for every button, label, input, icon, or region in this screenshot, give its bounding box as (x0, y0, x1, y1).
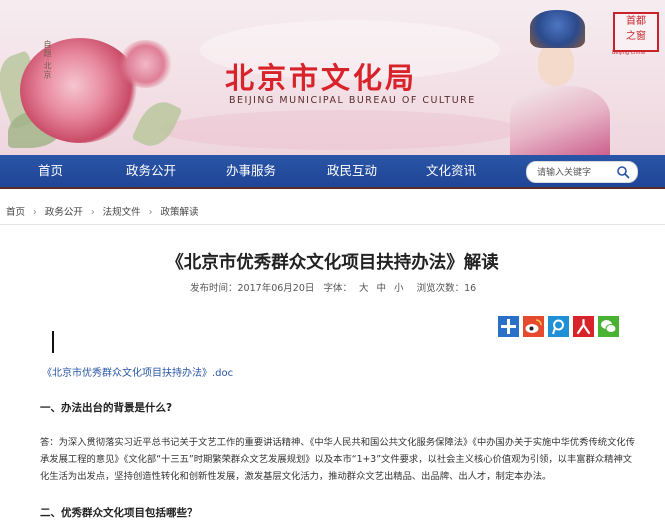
nav-item-government-affairs[interactable]: 政务公开 (126, 155, 176, 187)
chevron-right-icon: › (33, 207, 37, 218)
seal-char: 之 (626, 31, 636, 42)
section-paragraph-background: 答：为深入贯彻落实习近平总书记关于文艺工作的重要讲话精神、《中华人民共和国公共文… (40, 437, 635, 482)
calligraphy-inscription: 自题·北京 (43, 40, 52, 80)
attachment-link[interactable]: 《北京市优秀群众文化项目扶持办法》.doc (42, 364, 233, 379)
header-banner: 自题·北京 北京市文化局 BEIJING MUNICIPAL BUREAU OF… (0, 0, 665, 155)
site-title: 北京市文化局 (225, 61, 418, 95)
search-box (526, 161, 638, 183)
seal-char: 首 (626, 16, 636, 27)
publish-label: 发布时间： (190, 283, 238, 294)
section-heading-projects: 二、优秀群众文化项目包括哪些？ (40, 507, 198, 519)
leaf-decoration (131, 95, 183, 153)
font-size-large-button[interactable]: 大 (359, 283, 369, 294)
seal-char: 窗 (636, 31, 646, 42)
breadcrumb-regulations[interactable]: 法规文件 (103, 204, 141, 218)
nav-item-services[interactable]: 办事服务 (226, 155, 276, 187)
chevron-right-icon: › (148, 207, 153, 218)
breadcrumb-policy-interpretation[interactable]: 政策解读 (160, 204, 198, 218)
nav-item-home[interactable]: 首页 (38, 155, 63, 187)
font-size-small-button[interactable]: 小 (394, 283, 404, 294)
wechat-icon[interactable] (598, 316, 619, 337)
section-heading-background: 一、办法出台的背景是什么? (40, 402, 173, 414)
breadcrumb: 首页 › 政务公开 › 法规文件 › 政策解读 (6, 204, 199, 218)
font-size-label: 字体： (323, 283, 352, 294)
nav-item-culture-news[interactable]: 文化资讯 (426, 155, 476, 187)
nav-item-interaction[interactable]: 政民互动 (327, 155, 377, 187)
search-icon[interactable] (616, 165, 630, 179)
share-plus-icon[interactable] (498, 316, 519, 337)
breadcrumb-government-affairs[interactable]: 政务公开 (45, 204, 83, 218)
site-subtitle: BEIJING MUNICIPAL BUREAU OF CULTURE (229, 95, 476, 106)
banner-mist (160, 110, 520, 150)
view-count: 16 (464, 283, 477, 294)
font-size-medium-button[interactable]: 中 (377, 283, 387, 294)
weibo-icon[interactable] (523, 316, 544, 337)
chevron-right-icon: › (90, 207, 95, 218)
text-cursor (52, 331, 54, 353)
renren-icon[interactable] (573, 316, 594, 337)
capital-window-logo[interactable]: 首都 之窗 (613, 12, 659, 52)
logo-subtext: Beijing China (612, 50, 645, 56)
article-meta: 发布时间：2017年06月20日 字体： 大中小 浏览次数：16 (190, 280, 476, 294)
divider (0, 224, 665, 225)
views-label: 浏览次数： (416, 283, 465, 294)
peony-painting (118, 40, 173, 88)
publish-date: 2017年06月20日 (237, 283, 315, 294)
seal-char: 都 (636, 16, 646, 27)
article-title: 《北京市优秀群众文化项目扶持办法》解读 (166, 253, 499, 273)
search-input[interactable] (537, 164, 611, 179)
breadcrumb-home[interactable]: 首页 (6, 204, 25, 218)
tencent-weibo-icon[interactable] (548, 316, 569, 337)
opera-figure-image (500, 8, 610, 155)
